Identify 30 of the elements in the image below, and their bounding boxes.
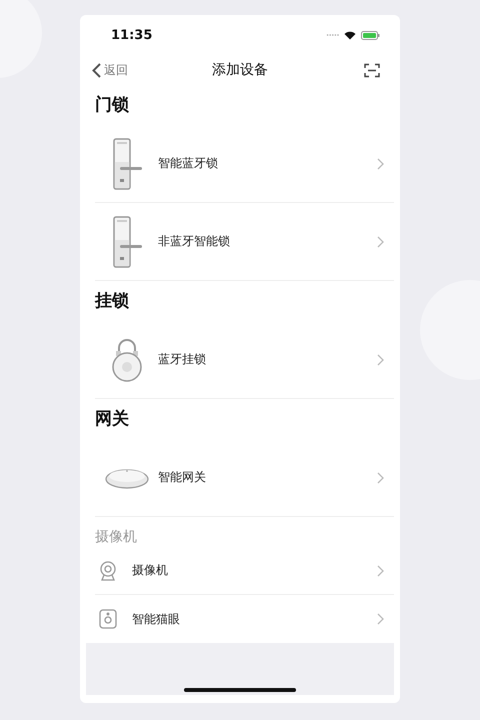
device-list-item[interactable]: 智能蓝牙锁 (95, 125, 394, 203)
chevron-right-icon (377, 236, 384, 248)
back-button[interactable]: 返回 (92, 62, 128, 78)
chevron-right-icon (377, 158, 384, 170)
section-heading: 挂锁 (95, 291, 130, 311)
scan-icon (364, 62, 380, 78)
door-lock-icon (112, 214, 142, 268)
section-heading: 摄像机 (95, 528, 138, 547)
section-heading: 门锁 (95, 95, 130, 115)
status-time: 11:35 (111, 28, 152, 42)
chevron-right-icon (377, 472, 384, 484)
door-lock-icon (112, 136, 142, 190)
chevron-left-icon (92, 62, 101, 78)
page-title: 添加设备 (212, 61, 268, 79)
battery-icon (361, 30, 380, 40)
signal-icon (325, 33, 339, 37)
peephole-icon (99, 609, 117, 629)
chevron-right-icon (377, 354, 384, 366)
device-list-item[interactable]: 摄像机 (95, 547, 394, 595)
device-list-item[interactable]: 智能猫眼 (95, 595, 394, 643)
camera-icon (99, 560, 117, 580)
device-list-item[interactable]: 非蓝牙智能锁 (95, 203, 394, 281)
chevron-right-icon (377, 564, 384, 576)
wifi-icon (344, 30, 356, 40)
chevron-right-icon (377, 613, 384, 625)
device-list-item[interactable]: 智能网关 (95, 439, 394, 517)
device-list-item[interactable]: 蓝牙挂锁 (95, 321, 394, 399)
padlock-icon (110, 338, 144, 382)
scan-button[interactable] (364, 62, 380, 78)
section-heading: 网关 (95, 409, 130, 429)
